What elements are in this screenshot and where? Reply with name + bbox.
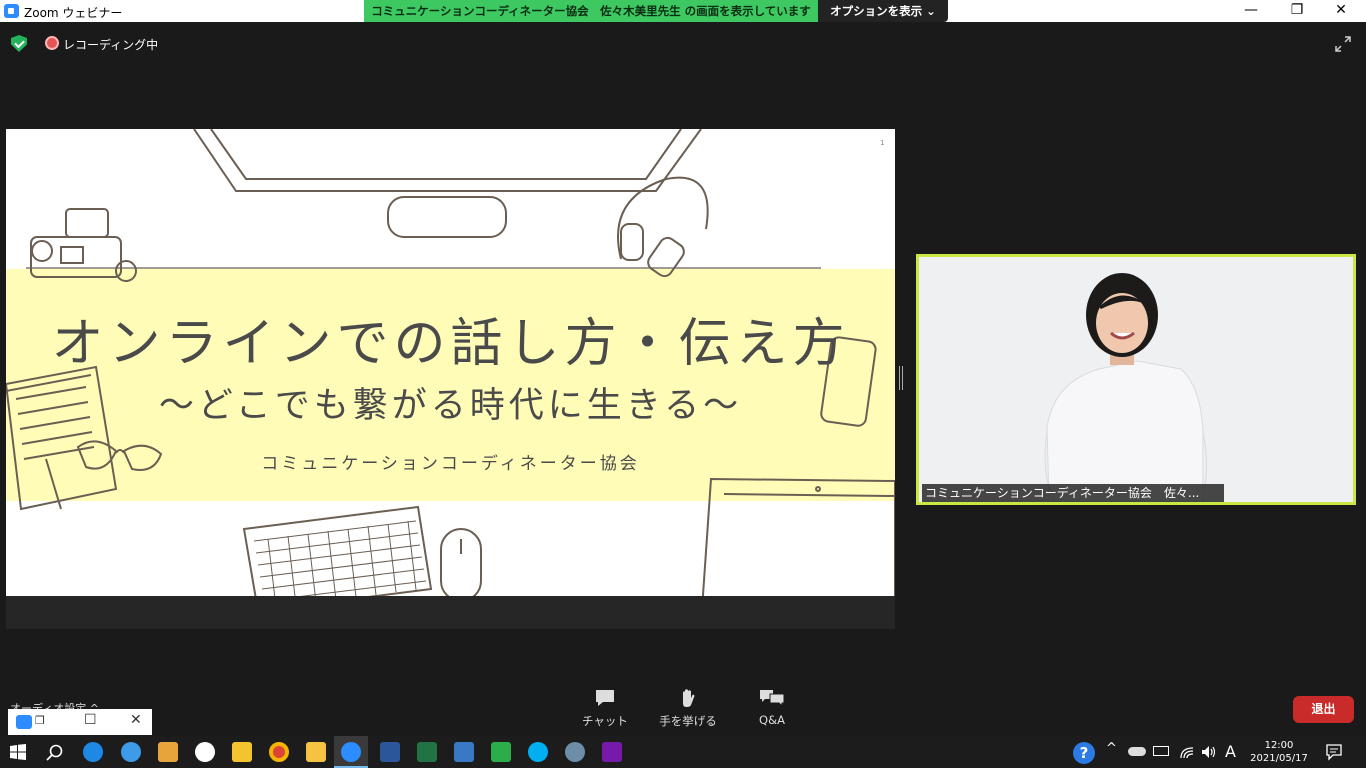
help-icon[interactable]: ?	[1073, 742, 1095, 764]
file-explorer-icon[interactable]	[306, 742, 326, 762]
paint-icon[interactable]	[565, 742, 585, 762]
slide-bottom-bar	[6, 596, 895, 629]
chat-icon	[596, 690, 614, 706]
clock-time: 12:00	[1264, 740, 1294, 751]
chat-button[interactable]: チャット	[565, 688, 645, 729]
skype-icon[interactable]	[528, 742, 548, 762]
word-icon[interactable]	[380, 742, 400, 762]
leave-button[interactable]: 退出	[1293, 696, 1354, 723]
wifi-icon[interactable]	[1179, 744, 1195, 760]
qa-button[interactable]: Q&A	[732, 688, 812, 727]
slide-subtitle: ～どこでも繋がる時代に生きる～	[158, 386, 743, 426]
photos-icon[interactable]	[454, 742, 474, 762]
chat-label: チャット	[582, 714, 628, 728]
excel-icon[interactable]	[417, 742, 437, 762]
windows-start-icon[interactable]	[10, 744, 26, 760]
volume-icon[interactable]	[1200, 744, 1218, 760]
fullscreen-icon[interactable]	[1335, 36, 1351, 52]
speaker-video[interactable]: コミュニケーションコーディネーター協会 佐々...	[916, 254, 1356, 505]
edge-icon[interactable]	[83, 742, 103, 762]
mini-window-controls: ❐ ☐ ✕	[8, 709, 152, 735]
onenote-icon[interactable]	[602, 742, 622, 762]
clock-date: 2021/05/17	[1250, 753, 1308, 764]
search-icon[interactable]	[46, 744, 64, 762]
window-title: Zoom ウェビナー	[24, 6, 123, 20]
notes-icon[interactable]	[232, 742, 252, 762]
notification-center-icon[interactable]	[1325, 743, 1343, 761]
slide-organization: コミュニケーションコーディネーター協会	[261, 454, 640, 474]
zoom-icon[interactable]	[341, 742, 361, 762]
tray-chevron-icon[interactable]: ^	[1106, 741, 1117, 756]
close-window-button[interactable]: ✕	[1318, 0, 1364, 22]
mini-restore-icon[interactable]: ❐	[35, 714, 45, 727]
minimize-button[interactable]: —	[1228, 0, 1274, 22]
shared-screen-slide: オンラインでの話し方・伝え方 ～どこでも繋がる時代に生きる～ コミュニケーション…	[6, 129, 895, 629]
slack-icon[interactable]	[195, 742, 215, 762]
participant-name-label: コミュニケーションコーディネーター協会 佐々...	[922, 484, 1224, 502]
view-options-label: オプションを表示	[830, 4, 923, 18]
raise-hand-label: 手を挙げる	[659, 714, 717, 728]
raise-hand-icon	[683, 689, 695, 707]
recording-icon	[45, 36, 59, 50]
restore-button[interactable]: ❐	[1274, 0, 1320, 22]
qa-icon	[760, 690, 785, 708]
mini-close-icon[interactable]: ✕	[130, 712, 142, 728]
slide-page-number: 1	[880, 139, 885, 147]
app-icon[interactable]	[158, 742, 178, 762]
window-title-bar: Zoom ウェビナー コミュニケーションコーディネーター協会 佐々木美里先生 の…	[0, 0, 1366, 22]
taskbar-clock[interactable]: 12:00 2021/05/17	[1244, 739, 1314, 765]
battery-icon[interactable]	[1153, 746, 1169, 756]
encryption-shield-icon[interactable]	[11, 35, 27, 52]
zoom-mini-icon[interactable]	[16, 715, 32, 729]
slide-title: オンラインでの話し方・伝え方	[51, 314, 850, 374]
recording-status: レコーディング中	[63, 38, 159, 52]
speaker-figure	[919, 257, 1353, 502]
qa-label: Q&A	[759, 713, 785, 727]
zoom-logo-icon	[4, 4, 19, 18]
ime-indicator[interactable]: A	[1225, 742, 1236, 761]
raise-hand-button[interactable]: 手を挙げる	[648, 688, 728, 729]
split-view-handle[interactable]	[899, 366, 903, 390]
internet-explorer-icon[interactable]	[121, 742, 141, 762]
app-w-icon[interactable]	[491, 742, 511, 762]
chrome-icon[interactable]	[269, 742, 289, 762]
screen-share-banner: コミュニケーションコーディネーター協会 佐々木美里先生 の画面を表示しています	[364, 0, 818, 22]
view-options-button[interactable]: オプションを表示 ⌄	[818, 0, 948, 22]
onedrive-icon[interactable]	[1128, 747, 1146, 756]
mini-maximize-icon[interactable]: ☐	[84, 712, 97, 728]
